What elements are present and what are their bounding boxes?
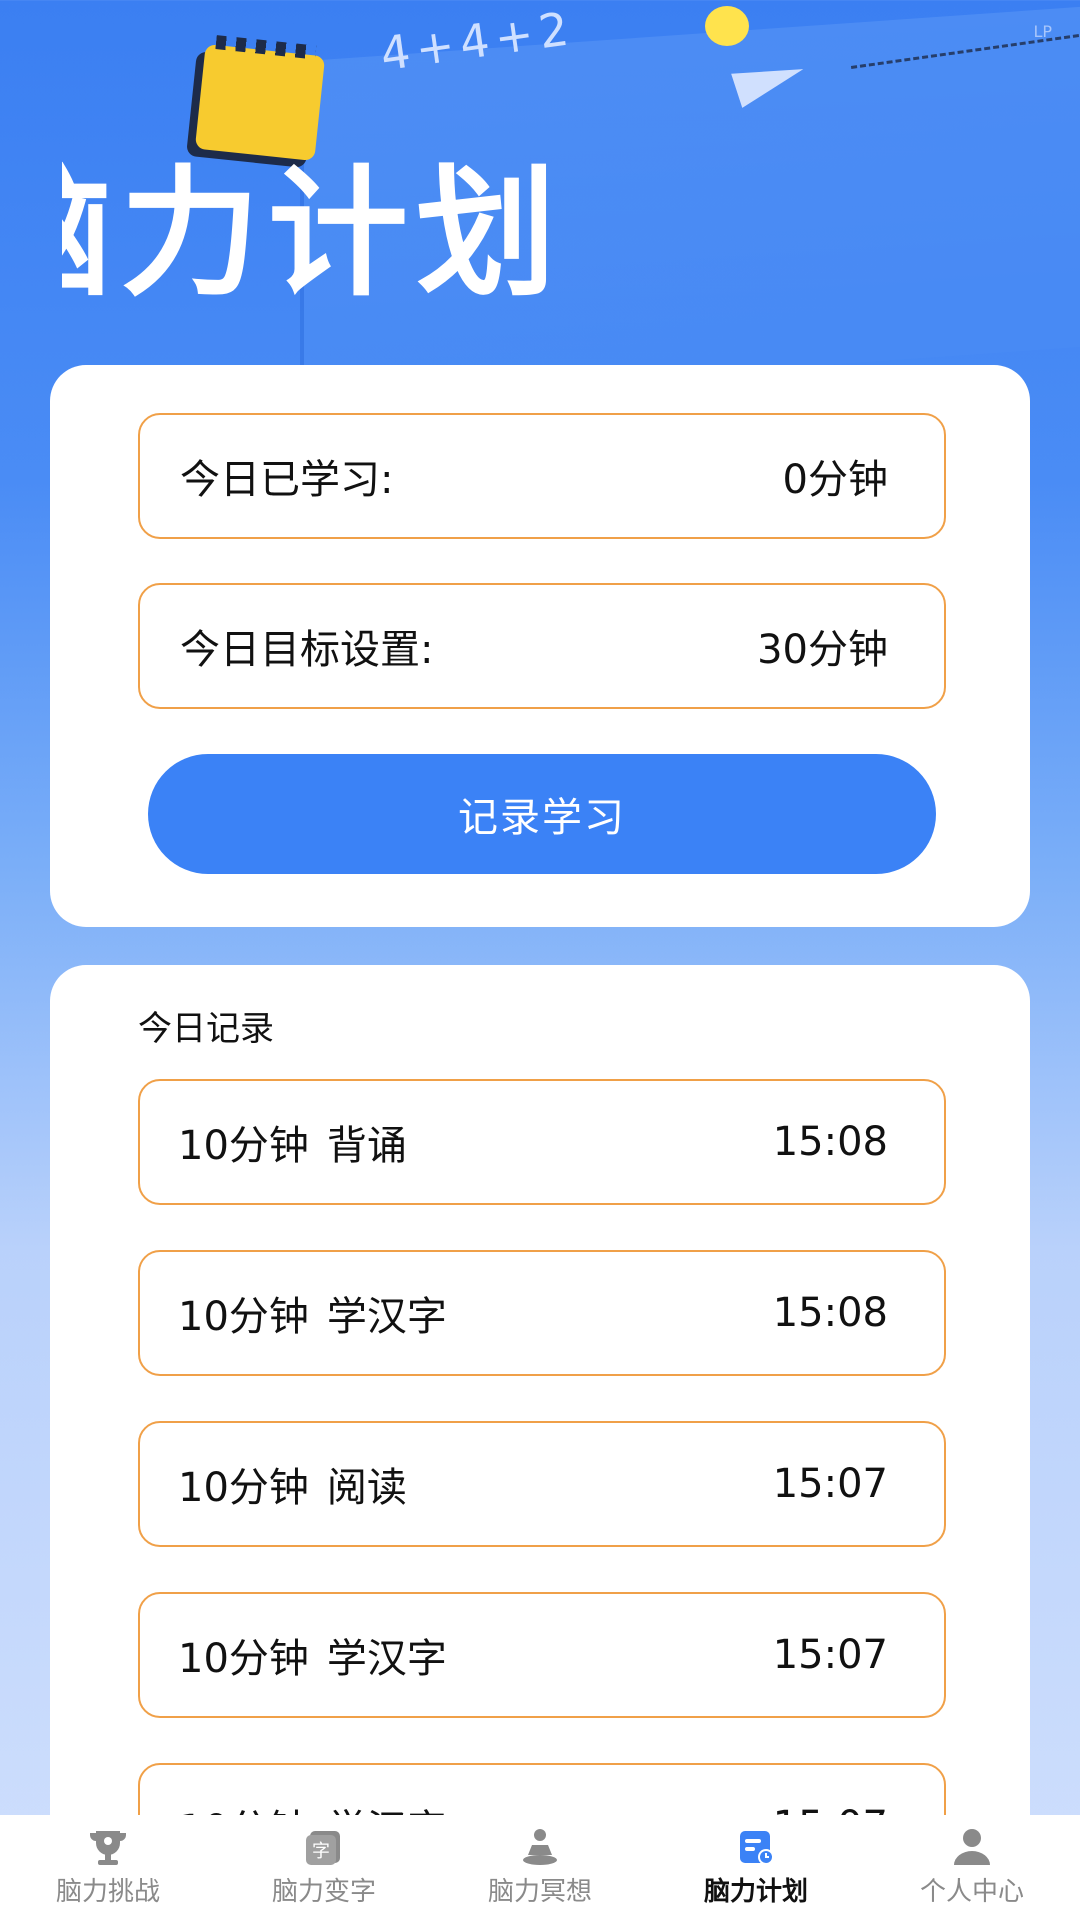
record-duration: 10分钟 bbox=[178, 1294, 309, 1340]
page-title: 脑力计划 bbox=[62, 153, 565, 316]
hero-banner: 4+4+2 LP 脑力计划 bbox=[0, 0, 1080, 370]
record-item[interactable]: 10分钟 学汉字 15:08 bbox=[138, 1250, 946, 1376]
today-records-card: 今日记录 10分钟 背诵 15:08 10分钟 学汉字 15:08 10分钟 阅读 1… bbox=[50, 965, 1030, 1920]
meditation-icon bbox=[523, 1829, 557, 1865]
record-duration: 10分钟 bbox=[178, 1465, 309, 1511]
tab-label: 脑力冥想 bbox=[487, 1877, 592, 1907]
tab-label: 个人中心 bbox=[919, 1877, 1024, 1907]
today-goal-label: 今日目标设置: bbox=[180, 627, 434, 673]
today-goal-value: 30分钟 bbox=[757, 627, 888, 673]
record-time: 15:08 bbox=[772, 1290, 888, 1336]
record-time: 15:08 bbox=[772, 1119, 888, 1165]
record-time: 15:07 bbox=[772, 1632, 888, 1678]
study-summary-card: 今日已学习: 0分钟 今日目标设置: 30分钟 记录学习 bbox=[50, 365, 1030, 927]
tab-personal-center[interactable]: 个人中心 bbox=[864, 1815, 1080, 1908]
record-study-button[interactable]: 记录学习 bbox=[148, 754, 936, 874]
tab-brain-characters[interactable]: 字 脑力变字 bbox=[216, 1815, 432, 1908]
plan-calendar-icon bbox=[740, 1831, 774, 1865]
record-duration: 10分钟 bbox=[178, 1123, 309, 1169]
tab-label: 脑力变字 bbox=[271, 1877, 376, 1907]
tab-label: 脑力挑战 bbox=[55, 1877, 160, 1907]
character-card-icon: 字 bbox=[306, 1831, 340, 1865]
today-goal-row[interactable]: 今日目标设置: 30分钟 bbox=[138, 583, 946, 709]
record-duration: 10分钟 bbox=[178, 1636, 309, 1682]
record-activity: 阅读 bbox=[326, 1465, 407, 1511]
svg-text:字: 字 bbox=[312, 1841, 330, 1862]
today-studied-row: 今日已学习: 0分钟 bbox=[138, 413, 946, 539]
tab-label: 脑力计划 bbox=[703, 1877, 808, 1907]
record-item[interactable]: 10分钟学汉字 15:07 bbox=[138, 1592, 946, 1718]
tab-brain-meditation[interactable]: 脑力冥想 bbox=[432, 1815, 648, 1908]
lightbulb-icon bbox=[705, 6, 749, 46]
records-list: 10分钟 背诵 15:08 10分钟 学汉字 15:08 10分钟 阅读 15:07 … bbox=[138, 1079, 946, 1920]
notepad-illustration bbox=[194, 44, 326, 161]
today-studied-value: 0分钟 bbox=[782, 457, 888, 503]
person-icon bbox=[954, 1829, 990, 1865]
trophy-icon bbox=[90, 1831, 126, 1865]
record-item[interactable]: 10分钟 阅读 15:07 bbox=[138, 1421, 946, 1547]
today-records-title: 今日记录 bbox=[138, 1009, 274, 1049]
record-time: 15:07 bbox=[772, 1461, 888, 1507]
record-activity: 学汉字 bbox=[326, 1636, 447, 1682]
record-item[interactable]: 10分钟 背诵 15:08 bbox=[138, 1079, 946, 1205]
tab-brain-plan[interactable]: 脑力计划 bbox=[648, 1815, 864, 1908]
today-studied-label: 今日已学习: bbox=[180, 457, 394, 503]
hero-corner-mark: LP bbox=[1033, 22, 1052, 41]
bottom-tab-bar: 脑力挑战 字 脑力变字 脑力冥想 脑力计划 个人中心 bbox=[0, 1815, 1080, 1920]
record-activity: 背诵 bbox=[326, 1123, 407, 1169]
tab-brain-challenge[interactable]: 脑力挑战 bbox=[0, 1815, 216, 1908]
record-activity: 学汉字 bbox=[326, 1294, 447, 1340]
